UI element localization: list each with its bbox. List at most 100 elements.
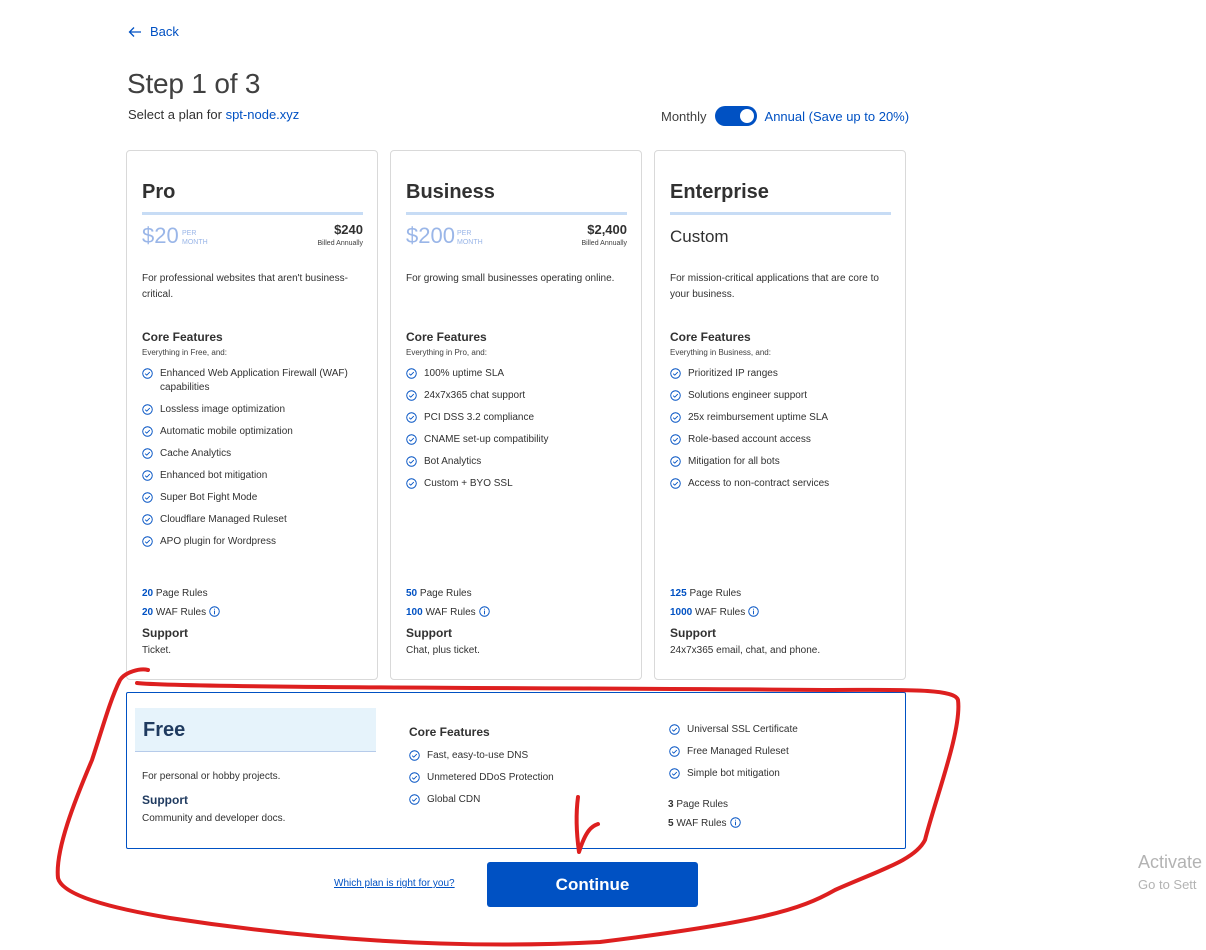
plan-description: For mission-critical applications that a… xyxy=(670,273,879,300)
custom-price: Custom xyxy=(670,227,729,246)
plan-card-enterprise[interactable]: Enterprise Custom For mission-critical a… xyxy=(654,150,906,680)
billing-toggle[interactable] xyxy=(714,106,757,126)
check-circle-icon xyxy=(142,536,153,547)
feature-list: Prioritized IP ranges Solutions engineer… xyxy=(670,367,902,499)
month-label: MONTH xyxy=(182,239,208,246)
feature-item: Free Managed Ruleset xyxy=(669,745,798,759)
info-icon[interactable] xyxy=(729,817,741,828)
feature-item: Access to non-contract services xyxy=(670,477,902,491)
plan-card-free[interactable]: Free For personal or hobby projects. Sup… xyxy=(126,692,906,849)
core-features-title: Core Features xyxy=(406,330,487,344)
plan-divider xyxy=(406,212,627,215)
check-circle-icon xyxy=(669,746,680,757)
plan-description: For growing small businesses operating o… xyxy=(406,273,615,284)
plan-card-business[interactable]: Business $200 PER MONTH $2,400 Billed An… xyxy=(390,150,642,680)
check-circle-icon xyxy=(142,448,153,459)
check-circle-icon xyxy=(670,478,681,489)
monthly-label[interactable]: Monthly xyxy=(661,109,707,124)
which-plan-link[interactable]: Which plan is right for you? xyxy=(334,878,455,889)
feature-item: APO plugin for Wordpress xyxy=(142,535,374,549)
price-period: PER MONTH xyxy=(182,229,208,247)
plan-name: Business xyxy=(406,181,495,203)
feature-item: Role-based account access xyxy=(670,433,902,447)
feature-label: Enhanced Web Application Firewall (WAF) … xyxy=(160,368,348,393)
feature-list: Universal SSL Certificate Free Managed R… xyxy=(669,723,798,789)
support-title: Support xyxy=(142,793,188,807)
rules-summary: 20 Page Rules 20 WAF Rules xyxy=(142,584,220,622)
billed-annually: Billed Annually xyxy=(581,240,627,247)
feature-item: Super Bot Fight Mode xyxy=(142,491,374,505)
feature-label: Unmetered DDoS Protection xyxy=(427,772,554,783)
plan-card-pro[interactable]: Pro $20 PER MONTH $240 Billed Annually F… xyxy=(126,150,378,680)
page-title: Step 1 of 3 xyxy=(127,68,261,99)
feature-item: Solutions engineer support xyxy=(670,389,902,403)
annual-price: $2,400 xyxy=(587,222,627,237)
feature-item: Bot Analytics xyxy=(406,455,638,469)
waf-rules-line: 100 WAF Rules xyxy=(406,603,490,622)
price-period: PER MONTH xyxy=(457,229,483,247)
feature-label: CNAME set-up compatibility xyxy=(424,434,549,445)
monthly-price: $200 xyxy=(406,223,455,248)
feature-label: Solutions engineer support xyxy=(688,390,807,401)
page-rules-count: 50 xyxy=(406,588,418,599)
core-features-title: Core Features xyxy=(142,330,223,344)
waf-rules-count: 5 xyxy=(668,818,674,829)
subtitle-prefix: Select a plan for xyxy=(128,107,222,122)
feature-item: Cloudflare Managed Ruleset xyxy=(142,513,374,527)
feature-item: 25x reimbursement uptime SLA xyxy=(670,411,902,425)
feature-item: CNAME set-up compatibility xyxy=(406,433,638,447)
core-features-subtitle: Everything in Pro, and: xyxy=(406,348,487,357)
toggle-knob xyxy=(739,109,754,123)
feature-item: Fast, easy-to-use DNS xyxy=(409,749,554,763)
feature-item: Automatic mobile optimization xyxy=(142,425,374,439)
plan-name: Pro xyxy=(142,181,176,203)
activation-watermark-title: Activate xyxy=(1138,852,1203,872)
feature-item: Universal SSL Certificate xyxy=(669,723,798,737)
feature-label: Universal SSL Certificate xyxy=(687,724,798,735)
waf-rules-label: WAF Rules xyxy=(676,818,727,829)
plan-divider xyxy=(670,212,891,215)
plan-description: For professional websites that aren't bu… xyxy=(142,273,348,300)
info-icon[interactable] xyxy=(209,606,220,617)
support-text: Ticket. xyxy=(142,645,172,656)
feature-item: Prioritized IP ranges xyxy=(670,367,902,381)
feature-item: Unmetered DDoS Protection xyxy=(409,771,554,785)
core-features-title: Core Features xyxy=(670,330,751,344)
waf-rules-line: 5 WAF Rules xyxy=(668,814,741,833)
check-circle-icon xyxy=(409,794,420,805)
check-circle-icon xyxy=(670,412,681,423)
activation-watermark-subtitle: Go to Sett xyxy=(1138,877,1197,892)
feature-label: Simple bot mitigation xyxy=(687,768,780,779)
check-circle-icon xyxy=(142,426,153,437)
feature-item: Global CDN xyxy=(409,793,554,807)
plan-name: Enterprise xyxy=(670,181,769,203)
billing-toggle-group: Monthly Annual (Save up to 20%) xyxy=(661,106,909,126)
info-icon[interactable] xyxy=(748,606,759,617)
page-rules-label: Page Rules xyxy=(689,588,742,599)
back-link[interactable]: Back xyxy=(128,24,179,39)
info-icon[interactable] xyxy=(478,606,490,617)
continue-button[interactable]: Continue xyxy=(487,862,698,907)
check-circle-icon xyxy=(142,492,153,503)
feature-item: Mitigation for all bots xyxy=(670,455,902,469)
waf-rules-label: WAF Rules xyxy=(155,607,207,618)
page-rules-line: 20 Page Rules xyxy=(142,584,220,603)
feature-label: Super Bot Fight Mode xyxy=(160,492,258,503)
check-circle-icon xyxy=(142,368,153,379)
rules-summary: 125 Page Rules 1000 WAF Rules xyxy=(670,584,759,622)
feature-label: Free Managed Ruleset xyxy=(687,746,789,757)
check-circle-icon xyxy=(669,724,680,735)
check-circle-icon xyxy=(142,470,153,481)
page-rules-label: Page Rules xyxy=(419,588,472,599)
feature-label: Automatic mobile optimization xyxy=(160,426,293,437)
feature-item: Enhanced Web Application Firewall (WAF) … xyxy=(142,367,374,395)
waf-rules-label: WAF Rules xyxy=(695,607,746,618)
feature-item: Custom + BYO SSL xyxy=(406,477,638,491)
back-label: Back xyxy=(150,24,179,39)
feature-label: Cache Analytics xyxy=(160,448,232,459)
feature-label: Bot Analytics xyxy=(424,456,482,467)
check-circle-icon xyxy=(142,514,153,525)
feature-item: 100% uptime SLA xyxy=(406,367,638,381)
feature-item: Cache Analytics xyxy=(142,447,374,461)
annual-label[interactable]: Annual (Save up to 20%) xyxy=(765,109,910,124)
